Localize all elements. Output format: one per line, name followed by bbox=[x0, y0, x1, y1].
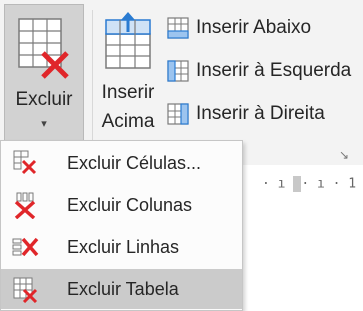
insert-left-icon bbox=[166, 59, 192, 83]
insert-below-icon bbox=[166, 16, 192, 40]
delete-cells-icon bbox=[13, 150, 37, 175]
menu-item-excluir-tabela[interactable]: Excluir Tabela bbox=[1, 269, 242, 309]
menu-item-label: Excluir Células... bbox=[67, 152, 202, 173]
inserir-acima-line2: Acima bbox=[101, 111, 155, 132]
delete-columns-icon bbox=[14, 192, 36, 219]
menu-item-label: Excluir Linhas bbox=[67, 236, 180, 257]
delete-table-icon bbox=[13, 277, 38, 303]
inserir-abaixo-label: Inserir Abaixo bbox=[196, 17, 312, 38]
excluir-label: Excluir bbox=[15, 89, 73, 110]
inserir-esquerda-label: Inserir à Esquerda bbox=[196, 60, 352, 81]
delete-table-large-icon bbox=[17, 17, 71, 86]
menu-item-label: Excluir Tabela bbox=[67, 278, 179, 299]
inserir-abaixo-button[interactable]: Inserir Abaixo bbox=[166, 10, 311, 46]
menu-item-label: Excluir Colunas bbox=[67, 194, 193, 215]
menu-item-excluir-linhas[interactable]: Excluir Linhas bbox=[1, 227, 242, 267]
inserir-acima-label: Inserir Acima bbox=[96, 78, 160, 136]
ruler-left-ticks: · ı bbox=[262, 176, 294, 192]
dialog-launcher-icon[interactable]: ↘ bbox=[339, 148, 349, 162]
horizontal-ruler[interactable]: · ı · ı · 1 · bbox=[262, 176, 363, 202]
chevron-down-icon[interactable]: ▾ bbox=[5, 117, 83, 130]
inserir-direita-button[interactable]: Inserir à Direita bbox=[166, 96, 325, 132]
menu-item-excluir-celulas[interactable]: Excluir Células... bbox=[1, 143, 242, 183]
menu-item-excluir-colunas[interactable]: Excluir Colunas bbox=[1, 185, 242, 225]
group-separator bbox=[92, 10, 93, 140]
insert-right-icon bbox=[166, 102, 192, 126]
inserir-acima-line1: Inserir bbox=[101, 82, 155, 103]
excluir-button[interactable]: Excluir ▾ bbox=[4, 4, 84, 142]
insert-above-icon bbox=[104, 12, 152, 77]
delete-rows-icon bbox=[12, 237, 39, 257]
inserir-esquerda-button[interactable]: Inserir à Esquerda bbox=[166, 53, 351, 89]
inserir-acima-button[interactable]: Inserir Acima bbox=[96, 4, 160, 142]
excluir-dropdown-menu: Excluir Células... Excluir Colunas Exclu… bbox=[0, 140, 243, 311]
inserir-direita-label: Inserir à Direita bbox=[196, 103, 325, 124]
ruler-right-ticks: · ı · 1 · bbox=[301, 176, 363, 192]
